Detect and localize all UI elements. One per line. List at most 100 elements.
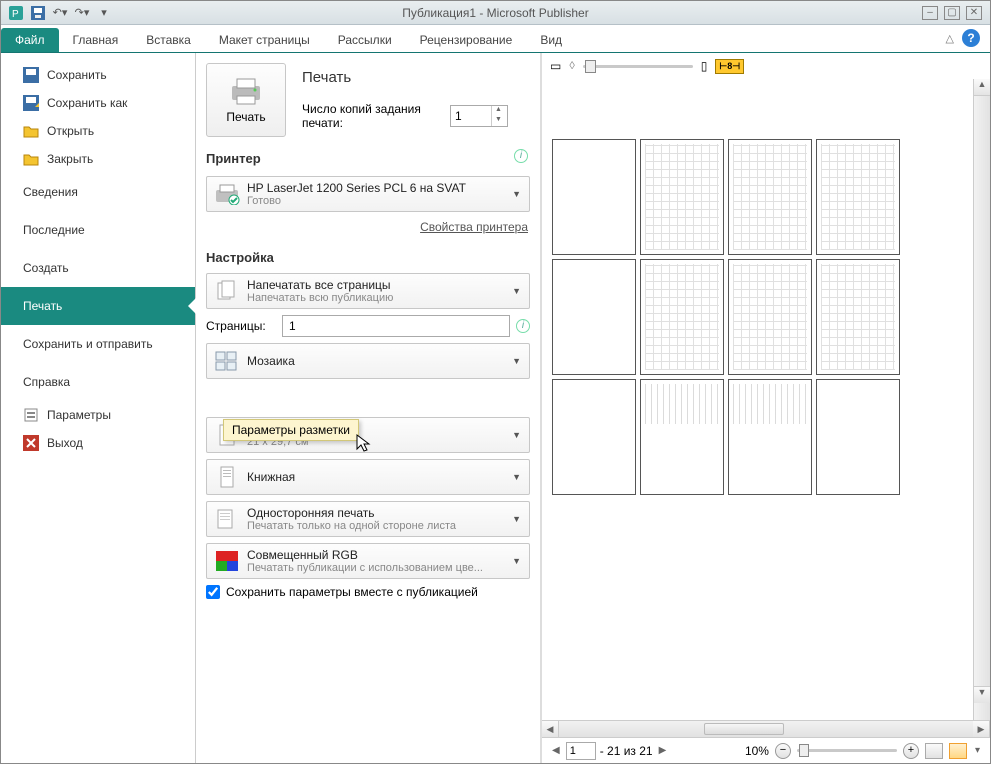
doc-icon[interactable]: ▭ <box>550 59 561 73</box>
chevron-down-icon: ▼ <box>510 472 523 482</box>
page-number-input[interactable] <box>566 742 596 760</box>
page-thumb[interactable] <box>640 259 724 375</box>
tile-dropdown[interactable]: Мозаика ▼ <box>206 343 530 379</box>
bs-item-recent[interactable]: Последние <box>1 211 195 249</box>
preview-badge[interactable]: ⊢8⊣ <box>715 59 744 74</box>
page-thumb[interactable] <box>816 259 900 375</box>
bs-item-exit[interactable]: Выход <box>1 429 195 457</box>
bs-item-open[interactable]: Открыть <box>1 117 195 145</box>
tab-view[interactable]: Вид <box>526 28 576 52</box>
side-main: Односторонняя печать <box>247 506 510 520</box>
tab-mailings[interactable]: Рассылки <box>324 28 406 52</box>
bs-item-new[interactable]: Создать <box>1 249 195 287</box>
undo-icon[interactable]: ↶▾ <box>51 4 69 22</box>
slider-thumb[interactable] <box>585 60 596 73</box>
chevron-down-icon: ▼ <box>510 430 523 440</box>
scroll-left-button[interactable]: ◀ <box>542 721 559 737</box>
page-thumb[interactable] <box>552 379 636 495</box>
app-icon[interactable]: P <box>7 4 25 22</box>
bs-label: Открыть <box>47 124 94 138</box>
rgb-icon <box>213 548 241 574</box>
copies-label: Число копий задания печати: <box>302 102 442 130</box>
scroll-up-button[interactable]: ▲ <box>974 79 990 96</box>
chevron-down-icon: ▼ <box>510 286 523 296</box>
page-thumb[interactable] <box>728 379 812 495</box>
close-button[interactable]: ✕ <box>966 6 982 20</box>
maximize-button[interactable]: ▢ <box>944 6 960 20</box>
doc-icon-2[interactable]: ▯ <box>701 59 708 73</box>
slider-handle-icon[interactable]: ◊ <box>569 60 574 72</box>
color-dropdown[interactable]: Совмещенный RGBПечатать публикации с исп… <box>206 543 530 579</box>
page-thumb[interactable] <box>728 259 812 375</box>
page-next-button[interactable]: ▶ <box>657 745 669 756</box>
printer-properties-link[interactable]: Свойства принтера <box>420 220 528 234</box>
page-thumb[interactable] <box>816 139 900 255</box>
bs-item-save-send[interactable]: Сохранить и отправить <box>1 325 195 363</box>
horizontal-scrollbar[interactable]: ◀ ▶ <box>542 720 990 737</box>
printer-dropdown[interactable]: HP LaserJet 1200 Series PCL 6 на SVATГот… <box>206 176 530 212</box>
fit-page-button[interactable] <box>925 743 943 759</box>
bs-item-print[interactable]: Печать <box>1 287 195 325</box>
hscroll-thumb[interactable] <box>704 723 784 735</box>
bs-item-close[interactable]: Закрыть <box>1 145 195 173</box>
pages-input[interactable] <box>282 315 510 337</box>
page-thumb[interactable] <box>728 139 812 255</box>
save-settings-checkbox[interactable] <box>206 585 220 599</box>
info-icon[interactable]: i <box>514 149 528 163</box>
bs-label: Сохранить <box>47 68 107 82</box>
scroll-right-button[interactable]: ▶ <box>973 721 990 737</box>
page-prev-button[interactable]: ◀ <box>550 745 562 756</box>
page-thumb[interactable] <box>552 259 636 375</box>
page-thumb[interactable] <box>640 139 724 255</box>
redo-icon[interactable]: ↷▾ <box>73 4 91 22</box>
help-icon[interactable]: ? <box>962 29 980 47</box>
page-thumb[interactable] <box>640 379 724 495</box>
orientation-dropdown[interactable]: Книжная ▼ <box>206 459 530 495</box>
ribbon-minimize-icon[interactable]: △ <box>946 32 954 45</box>
vertical-scrollbar[interactable]: ▲ ▼ <box>973 79 990 720</box>
print-all-main: Напечатать все страницы <box>247 278 510 292</box>
copies-input[interactable] <box>451 109 491 123</box>
printer-name: HP LaserJet 1200 Series PCL 6 на SVAT <box>247 181 510 195</box>
portrait-icon <box>213 464 241 490</box>
spinner-up[interactable]: ▲ <box>492 106 505 116</box>
zoom-in-button[interactable]: + <box>903 743 919 759</box>
scroll-down-button[interactable]: ▼ <box>974 686 990 703</box>
bs-item-save[interactable]: Сохранить <box>1 61 195 89</box>
bs-label: Создать <box>23 261 69 275</box>
tab-insert[interactable]: Вставка <box>132 28 205 52</box>
print-button[interactable]: Печать <box>206 63 286 137</box>
zoom-out-button[interactable]: − <box>775 743 791 759</box>
minimize-button[interactable]: – <box>922 6 938 20</box>
tab-review[interactable]: Рецензирование <box>406 28 527 52</box>
save-icon[interactable] <box>29 4 47 22</box>
side-dropdown[interactable]: Односторонняя печатьПечатать только на о… <box>206 501 530 537</box>
preview-canvas[interactable]: ▲ ▼ <box>542 79 990 720</box>
page-thumb[interactable] <box>552 139 636 255</box>
tab-file[interactable]: Файл <box>1 28 59 52</box>
more-button[interactable]: ▾ <box>973 745 982 756</box>
chevron-down-icon: ▼ <box>510 189 523 199</box>
zoom-thumb[interactable] <box>799 744 809 757</box>
preview-size-slider[interactable] <box>583 65 693 68</box>
printer-status: Готово <box>247 195 510 207</box>
tab-page-layout[interactable]: Макет страницы <box>205 28 324 52</box>
qat-menu-icon[interactable]: ▾ <box>95 4 113 22</box>
bs-item-save-as[interactable]: Сохранить как <box>1 89 195 117</box>
bs-item-options[interactable]: Параметры <box>1 401 195 429</box>
page-thumb[interactable] <box>816 379 900 495</box>
info-icon[interactable]: i <box>516 319 530 333</box>
multi-page-button[interactable] <box>949 743 967 759</box>
window-titlebar: P ↶▾ ↷▾ ▾ Публикация1 - Microsoft Publis… <box>1 1 990 25</box>
settings-section-heading: Настройка <box>206 250 540 265</box>
tab-home[interactable]: Главная <box>59 28 133 52</box>
copies-spinner[interactable]: ▲▼ <box>450 105 508 127</box>
backstage: Сохранить Сохранить как Открыть Закрыть … <box>1 53 990 763</box>
print-all-dropdown[interactable]: Напечатать все страницыНапечатать всю пу… <box>206 273 530 309</box>
bs-item-help[interactable]: Справка <box>1 363 195 401</box>
zoom-slider[interactable] <box>797 749 897 752</box>
bs-item-info[interactable]: Сведения <box>1 173 195 211</box>
exit-icon <box>23 435 39 451</box>
spinner-down[interactable]: ▼ <box>492 116 505 126</box>
folder-close-icon <box>23 151 39 167</box>
